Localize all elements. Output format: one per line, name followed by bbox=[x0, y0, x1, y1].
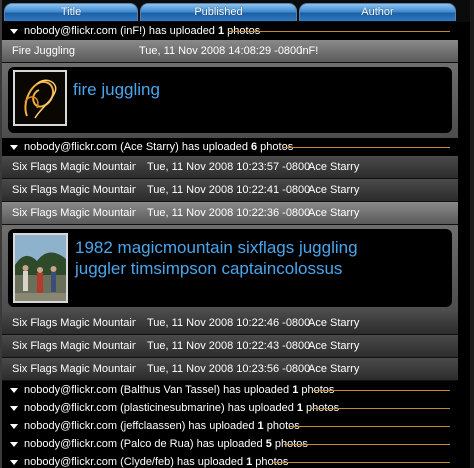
triangle-down-icon[interactable] bbox=[10, 387, 18, 393]
flickr-feed-window: Title Published Author nobody@flickr.com… bbox=[0, 0, 470, 468]
row-title: Fire Juggling bbox=[12, 45, 75, 57]
row-published: Tue, 11 Nov 2008 10:23:57 -0800 bbox=[147, 161, 311, 173]
row-title: Six Flags Magic Mountain - 1 bbox=[12, 363, 136, 375]
table-row[interactable]: Six Flags Magic Mountain - 1 Tue, 11 Nov… bbox=[2, 156, 458, 179]
row-title: Six Flags Magic Mountain - 1 bbox=[12, 161, 136, 173]
group-divider-line bbox=[312, 390, 450, 391]
group-divider-line bbox=[272, 462, 450, 463]
triangle-down-icon[interactable] bbox=[10, 28, 18, 34]
detail-panel: 1982 magicmountain sixflags juggling jug… bbox=[8, 229, 452, 307]
row-published: Tue, 11 Nov 2008 10:23:56 -0800 bbox=[147, 363, 311, 375]
group-label-prefix: nobody@flickr.com (plasticinesubmarine) … bbox=[24, 402, 297, 414]
group-header-jeffclaassen[interactable]: nobody@flickr.com (jeffclaassen) has upl… bbox=[2, 417, 458, 435]
group-header-inf[interactable]: nobody@flickr.com (inF!) has uploaded 1 … bbox=[2, 22, 458, 40]
group-label-prefix: nobody@flickr.com (Balthus Van Tassel) h… bbox=[24, 384, 293, 396]
triangle-down-icon[interactable] bbox=[10, 423, 18, 429]
group-header-clyde-feb[interactable]: nobody@flickr.com (Clyde/feb) has upload… bbox=[2, 453, 458, 468]
row-published: Tue, 11 Nov 2008 10:22:36 -0800 bbox=[147, 207, 311, 219]
row-author: Ace Starry bbox=[308, 340, 360, 352]
table-row[interactable]: Six Flags Magic Mountain - 1 Tue, 11 Nov… bbox=[2, 312, 458, 335]
row-published: Tue, 11 Nov 2008 10:22:46 -0800 bbox=[147, 317, 311, 329]
row-title: Six Flags Magic Mountain - 1 bbox=[12, 184, 136, 196]
row-published: Tue, 11 Nov 2008 10:22:43 -0800 bbox=[147, 340, 311, 352]
group-header-balthus-van-tassel[interactable]: nobody@flickr.com (Balthus Van Tassel) h… bbox=[2, 381, 458, 399]
row-author: Ace Starry bbox=[308, 363, 360, 375]
photo-thumbnail[interactable] bbox=[13, 233, 68, 303]
table-row[interactable]: Six Flags Magic Mountain - 1 Tue, 11 Nov… bbox=[2, 335, 458, 358]
group-divider-line bbox=[282, 147, 450, 148]
row-author: inF! bbox=[300, 45, 319, 57]
triangle-down-icon[interactable] bbox=[10, 459, 18, 465]
column-header-title[interactable]: Title bbox=[4, 3, 138, 21]
group-header-ace-starry[interactable]: nobody@flickr.com (Ace Starry) has uploa… bbox=[2, 138, 458, 156]
group-label-prefix: nobody@flickr.com (Palco de Rua) has upl… bbox=[24, 438, 266, 450]
group-header-palco-de-rua[interactable]: nobody@flickr.com (Palco de Rua) has upl… bbox=[2, 435, 458, 453]
triangle-down-icon[interactable] bbox=[10, 405, 18, 411]
table-row[interactable]: Fire Juggling Tue, 11 Nov 2008 14:08:29 … bbox=[2, 40, 458, 63]
detail-panel-wrap: 1982 magicmountain sixflags juggling jug… bbox=[2, 225, 458, 312]
column-header-published[interactable]: Published bbox=[140, 3, 297, 21]
photo-title: fire juggling bbox=[73, 80, 160, 99]
group-divider-line bbox=[312, 408, 450, 409]
group-label-prefix: nobody@flickr.com (inF!) has uploaded bbox=[24, 25, 218, 37]
row-published: Tue, 11 Nov 2008 14:08:29 -0800 bbox=[139, 45, 303, 57]
group-label-prefix: nobody@flickr.com (jeffclaassen) has upl… bbox=[24, 420, 258, 432]
triangle-down-icon[interactable] bbox=[10, 144, 18, 150]
row-title: Six Flags Magic Mountain - 1 bbox=[12, 207, 136, 219]
row-author: Ace Starry bbox=[308, 184, 360, 196]
column-header-author[interactable]: Author bbox=[299, 3, 456, 21]
group-label-prefix: nobody@flickr.com (Clyde/feb) has upload… bbox=[24, 456, 247, 468]
group-label-prefix: nobody@flickr.com (Ace Starry) has uploa… bbox=[24, 141, 251, 153]
table-row[interactable]: Six Flags Magic Mountain - 1 Tue, 11 Nov… bbox=[2, 179, 458, 202]
group-divider-line bbox=[290, 426, 450, 427]
detail-panel-wrap: fire juggling bbox=[2, 63, 458, 138]
magic-mountain-photo bbox=[15, 235, 66, 301]
row-title: Six Flags Magic Mountain - 1 bbox=[12, 340, 136, 352]
row-published: Tue, 11 Nov 2008 10:22:41 -0800 bbox=[147, 184, 311, 196]
detail-panel: fire juggling bbox=[8, 67, 452, 133]
group-header-plasticinesubmarine[interactable]: nobody@flickr.com (plasticinesubmarine) … bbox=[2, 399, 458, 417]
group-divider-line bbox=[284, 444, 450, 445]
photo-title: 1982 magicmountain sixflags juggling jug… bbox=[75, 238, 358, 278]
photo-thumbnail[interactable] bbox=[13, 70, 67, 126]
row-author: Ace Starry bbox=[308, 317, 360, 329]
row-author: Ace Starry bbox=[308, 161, 360, 173]
feed-list: nobody@flickr.com (inF!) has uploaded 1 … bbox=[2, 22, 458, 468]
row-author: Ace Starry bbox=[308, 207, 360, 219]
triangle-down-icon[interactable] bbox=[10, 441, 18, 447]
group-divider-line bbox=[228, 31, 450, 32]
table-row[interactable]: Six Flags Magic Mountain - 1 Tue, 11 Nov… bbox=[2, 202, 458, 225]
table-row[interactable]: Six Flags Magic Mountain - 1 Tue, 11 Nov… bbox=[2, 358, 458, 381]
fire-juggling-photo bbox=[15, 72, 65, 124]
row-title: Six Flags Magic Mountain - 1 bbox=[12, 317, 136, 329]
column-header: Title Published Author bbox=[2, 0, 470, 22]
